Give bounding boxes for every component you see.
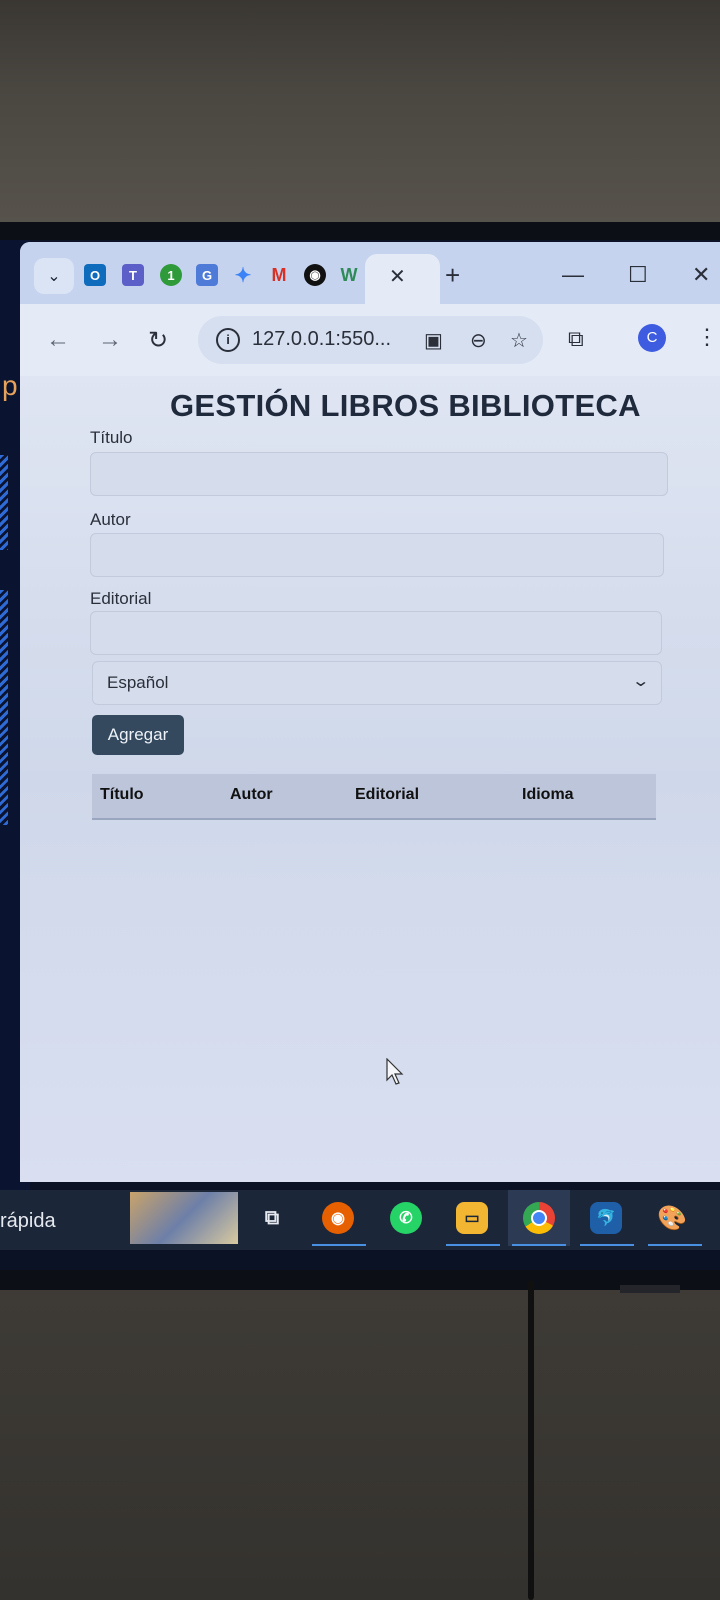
app-running-indicator xyxy=(512,1244,566,1246)
screen: p ⌄ O T 1 G ✦ M ◉ W ✕ + — ☐ ✕ ← → ↻ i 12… xyxy=(0,240,720,1270)
autor-input[interactable] xyxy=(90,533,664,577)
forward-icon[interactable]: → xyxy=(98,326,122,354)
menu-kebab-icon[interactable]: ⋮ xyxy=(696,324,718,350)
translate-icon[interactable]: G xyxy=(196,264,218,286)
maximize-icon[interactable]: ☐ xyxy=(628,262,648,288)
monitor-stand xyxy=(620,1285,680,1293)
task-view-icon[interactable]: ⧉ xyxy=(256,1202,288,1234)
app-running-indicator xyxy=(648,1244,702,1246)
wall-background-top xyxy=(0,0,720,225)
zoom-icon[interactable]: ⊖ xyxy=(470,328,487,353)
address-bar-url[interactable]: 127.0.0.1:550... xyxy=(252,328,391,351)
column-header-editorial: Editorial xyxy=(355,786,420,803)
whatsapp-icon[interactable]: ✆ xyxy=(390,1202,422,1234)
language-select-value: Español xyxy=(107,673,169,692)
monitor-cable xyxy=(528,1280,534,1600)
chevron-down-icon: ⌄ xyxy=(630,673,650,690)
background-stripe xyxy=(0,590,8,825)
search-highlight-image[interactable] xyxy=(130,1192,238,1244)
page-content: GESTIÓN LIBROS BIBLIOTECA Título Autor E… xyxy=(20,376,720,1182)
minimize-icon[interactable]: — xyxy=(562,262,584,288)
page-title: GESTIÓN LIBROS BIBLIOTECA xyxy=(170,388,641,423)
w-icon[interactable]: W xyxy=(338,264,360,286)
address-bar[interactable]: i 127.0.0.1:550... ▣ ⊖ ☆ xyxy=(198,316,543,364)
app-running-indicator xyxy=(312,1244,366,1246)
tab-search-button[interactable]: ⌄ xyxy=(34,258,74,294)
new-tab-icon[interactable]: + xyxy=(445,260,460,291)
editorial-input[interactable] xyxy=(90,611,662,655)
site-info-icon[interactable]: i xyxy=(216,328,240,352)
mysql-workbench-icon[interactable]: 🐬 xyxy=(590,1202,622,1234)
column-header-autor: Autor xyxy=(230,786,273,803)
teams-icon[interactable]: T xyxy=(122,264,144,286)
window-close-icon[interactable]: ✕ xyxy=(692,262,710,288)
paint-icon[interactable]: 🎨 xyxy=(656,1202,688,1234)
editorial-label: Editorial xyxy=(90,589,152,608)
autor-label: Autor xyxy=(90,510,131,529)
taskbar: rápida ⧉ ◉ ✆ ▭ 🐬 🎨 xyxy=(0,1190,720,1250)
extensions-icon[interactable]: ⧉ xyxy=(568,326,584,352)
titulo-label: Título xyxy=(90,428,133,447)
onenote-1-icon[interactable]: 1 xyxy=(160,264,182,286)
background-window-glyph: p xyxy=(2,370,18,401)
translate-page-icon[interactable]: ▣ xyxy=(424,328,443,353)
taskbar-search-text[interactable]: rápida xyxy=(0,1210,56,1233)
app-running-indicator xyxy=(446,1244,500,1246)
gemini-icon[interactable]: ✦ xyxy=(232,264,254,287)
column-header-titulo: Título xyxy=(100,786,144,803)
profile-avatar[interactable]: C xyxy=(638,324,666,352)
bookmark-star-icon[interactable]: ☆ xyxy=(510,328,528,353)
chrome-icon[interactable] xyxy=(523,1202,555,1234)
file-explorer-icon[interactable]: ▭ xyxy=(456,1202,488,1234)
browser-toolbar: ← → ↻ i 127.0.0.1:550... ▣ ⊖ ☆ ⧉ C ⋮ xyxy=(20,304,720,376)
titulo-input[interactable] xyxy=(90,452,668,496)
back-icon[interactable]: ← xyxy=(46,326,70,354)
background-stripe xyxy=(0,455,8,550)
browser-window: ⌄ O T 1 G ✦ M ◉ W ✕ + — ☐ ✕ ← → ↻ i 127.… xyxy=(20,242,720,1182)
gmail-icon[interactable]: M xyxy=(268,264,290,286)
language-select[interactable]: Español ⌄ xyxy=(92,661,662,705)
close-tab-icon[interactable]: ✕ xyxy=(389,264,406,289)
add-button[interactable]: Agregar xyxy=(92,715,184,755)
column-header-idioma: Idioma xyxy=(522,786,574,803)
github-icon[interactable]: ◉ xyxy=(304,264,326,286)
wall-background-bottom xyxy=(0,1290,720,1600)
tab-bar: ⌄ O T 1 G ✦ M ◉ W ✕ + — ☐ ✕ xyxy=(20,242,720,304)
outlook-icon[interactable]: O xyxy=(84,264,106,286)
books-table-header: Título Autor Editorial Idioma xyxy=(92,774,656,820)
firefox-icon[interactable]: ◉ xyxy=(322,1202,354,1234)
reload-icon[interactable]: ↻ xyxy=(148,326,168,355)
app-running-indicator xyxy=(580,1244,634,1246)
